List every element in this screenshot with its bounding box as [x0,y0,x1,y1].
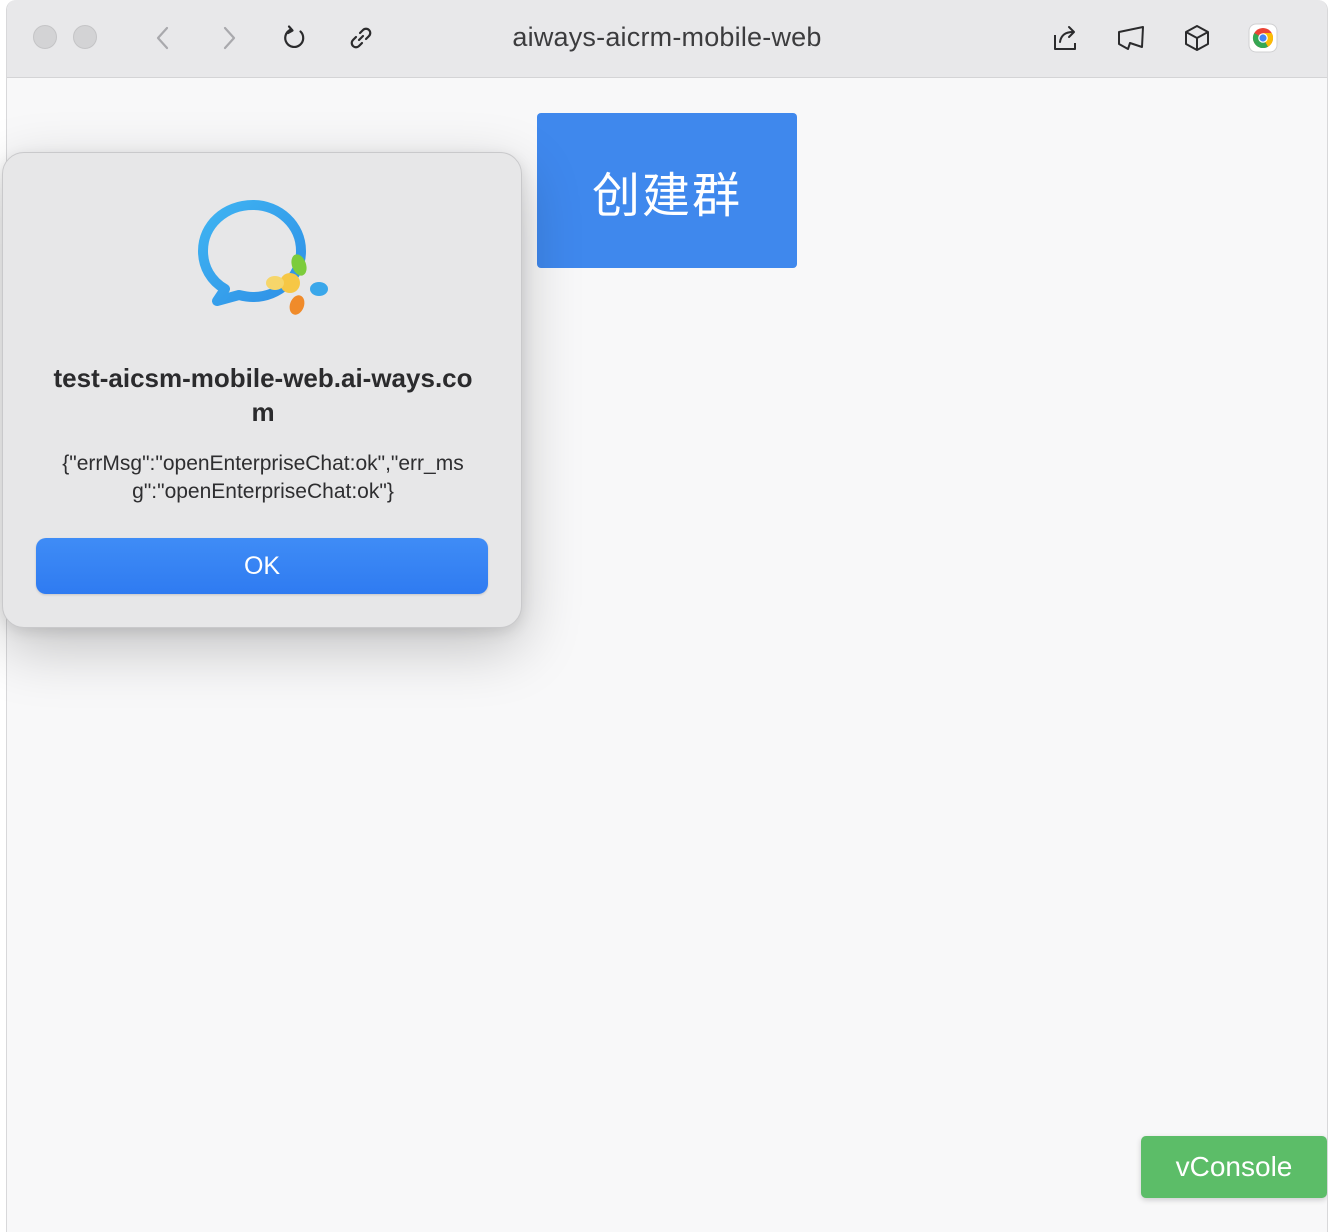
wecom-icon [195,199,331,319]
alert-dialog: test-aicsm-mobile-web.ai-ways.com {"errM… [2,152,522,628]
back-icon[interactable] [145,20,181,56]
cube-icon[interactable] [1179,20,1215,56]
ok-button[interactable]: OK [36,538,488,594]
link-icon[interactable] [343,20,379,56]
page-title: aiways-aicrm-mobile-web [512,22,822,52]
minimize-dot[interactable] [73,25,97,49]
dialog-title: test-aicsm-mobile-web.ai-ways.com [53,363,473,427]
close-dot[interactable] [33,25,57,49]
broadcast-icon[interactable] [1113,20,1149,56]
title-bar: aiways-aicrm-mobile-web [7,0,1327,78]
dialog-message: {"errMsg":"openEnterpriseChat:ok","err_m… [62,452,464,503]
share-icon[interactable] [1047,20,1083,56]
chrome-icon[interactable] [1245,20,1281,56]
create-group-button[interactable]: 创建群 [537,113,797,268]
vconsole-button[interactable]: vConsole [1141,1136,1327,1198]
reload-icon[interactable] [277,20,313,56]
forward-icon[interactable] [211,20,247,56]
